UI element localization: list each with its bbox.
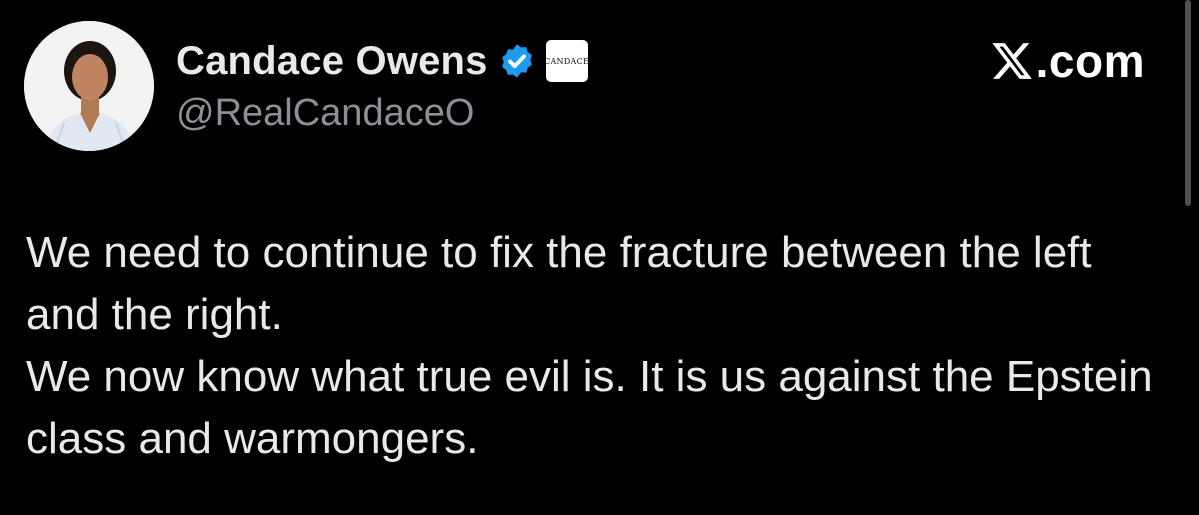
author-display-name[interactable]: Candace Owens [176, 39, 488, 84]
brand-watermark: .com [990, 33, 1145, 89]
author-avatar[interactable] [24, 21, 154, 151]
author-handle[interactable]: @RealCandaceO [176, 92, 474, 135]
avatar-photo-icon [24, 21, 154, 151]
scrollbar[interactable] [1185, 0, 1191, 206]
tweet-text: We need to continue to fix the fracture … [26, 222, 1166, 470]
affiliate-badge[interactable]: CANDACE [545, 40, 588, 82]
tweet-paragraph: We need to continue to fix the fracture … [26, 228, 1092, 339]
brand-domain-text: .com [1035, 35, 1145, 87]
tweet-paragraph: We now know what true evil is. It is us … [26, 352, 1153, 463]
x-logo-icon [991, 43, 1032, 79]
author-name-row: Candace Owens CANDACE [176, 38, 588, 84]
verified-badge-icon[interactable] [498, 42, 536, 80]
tweet-card: Candace Owens CANDACE @RealCandaceO .com… [0, 0, 1199, 515]
